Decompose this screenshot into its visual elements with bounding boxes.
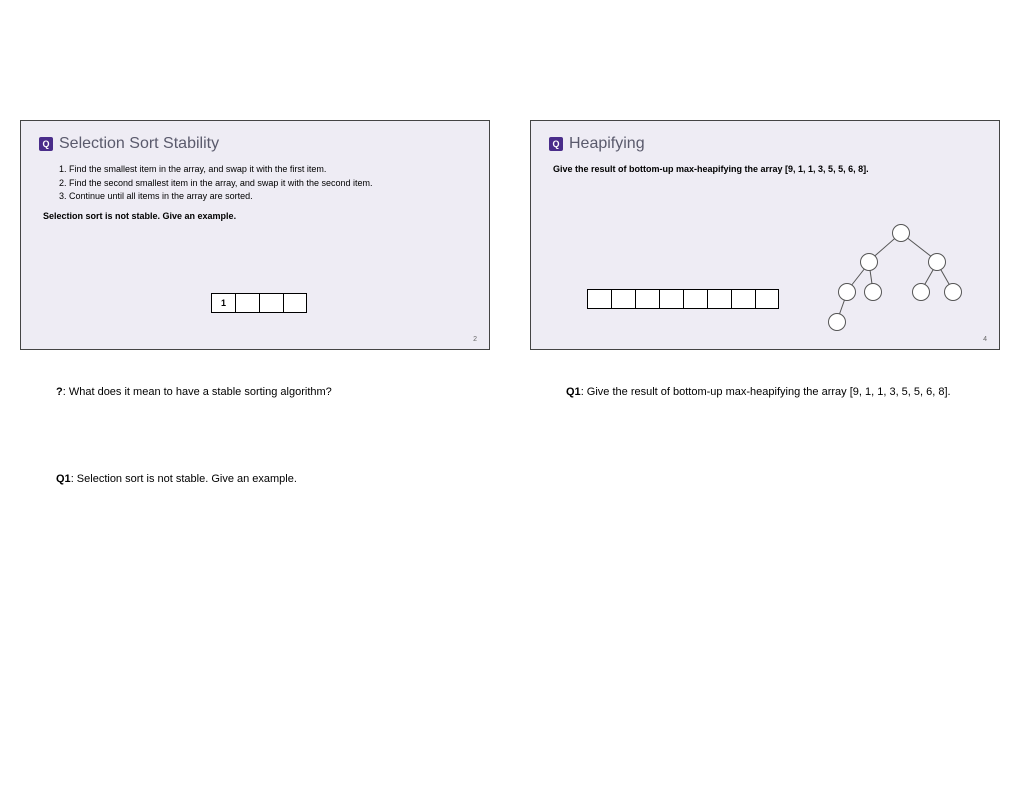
slide-title: Heapifying [569,135,645,153]
slide-header: Q Selection Sort Stability [39,135,471,153]
array-cell [659,289,683,309]
array-cell [707,289,731,309]
array-cell: 1 [211,293,235,313]
array-cell [283,293,307,313]
slide-header: Q Heapifying [549,135,981,153]
note-text: : Selection sort is not stable. Give an … [71,473,297,485]
note-row: Q1: Give the result of bottom-up max-hea… [566,384,1000,401]
array-cell [611,289,635,309]
step-item: Find the smallest item in the array, and… [69,163,471,177]
slide-heapifying: Q Heapifying Give the result of bottom-u… [530,120,1000,350]
slide-body: Find the smallest item in the array, and… [39,163,471,223]
slide-prompt: Selection sort is not stable. Give an ex… [43,210,471,224]
array-cells: 1 [211,293,307,313]
tree-node [928,253,946,271]
slide-selection-sort: Q Selection Sort Stability Find the smal… [20,120,490,350]
page-number: 4 [983,336,987,343]
note-text: : Give the result of bottom-up max-heapi… [581,386,951,398]
tree-node [828,313,846,331]
tree-node [864,283,882,301]
array-cells [587,289,779,309]
slide-prompt: Give the result of bottom-up max-heapify… [553,163,981,177]
notes-right: Q1: Give the result of bottom-up max-hea… [530,384,1000,471]
array-cell [731,289,755,309]
note-text: : What does it mean to have a stable sor… [63,386,332,398]
notes-left: ?: What does it mean to have a stable so… [20,384,490,557]
step-item: Continue until all items in the array ar… [69,190,471,204]
array-cell [755,289,779,309]
question-badge: Q [39,137,53,151]
array-cell [635,289,659,309]
note-label: Q1 [566,386,581,398]
slide-title: Selection Sort Stability [59,135,219,153]
note-row: ?: What does it mean to have a stable so… [56,384,490,401]
question-badge: Q [549,137,563,151]
array-cell [259,293,283,313]
array-cell [683,289,707,309]
tree-node [944,283,962,301]
tree-node [860,253,878,271]
array-cell [587,289,611,309]
note-label: ? [56,386,63,398]
step-item: Find the second smallest item in the arr… [69,177,471,191]
tree-node [838,283,856,301]
slide-body: Give the result of bottom-up max-heapify… [549,163,981,177]
note-label: Q1 [56,473,71,485]
page-number: 2 [473,336,477,343]
tree-node [912,283,930,301]
tree-node [892,224,910,242]
array-cell [235,293,259,313]
heap-tree [821,221,981,341]
note-row: Q1: Selection sort is not stable. Give a… [56,471,490,488]
